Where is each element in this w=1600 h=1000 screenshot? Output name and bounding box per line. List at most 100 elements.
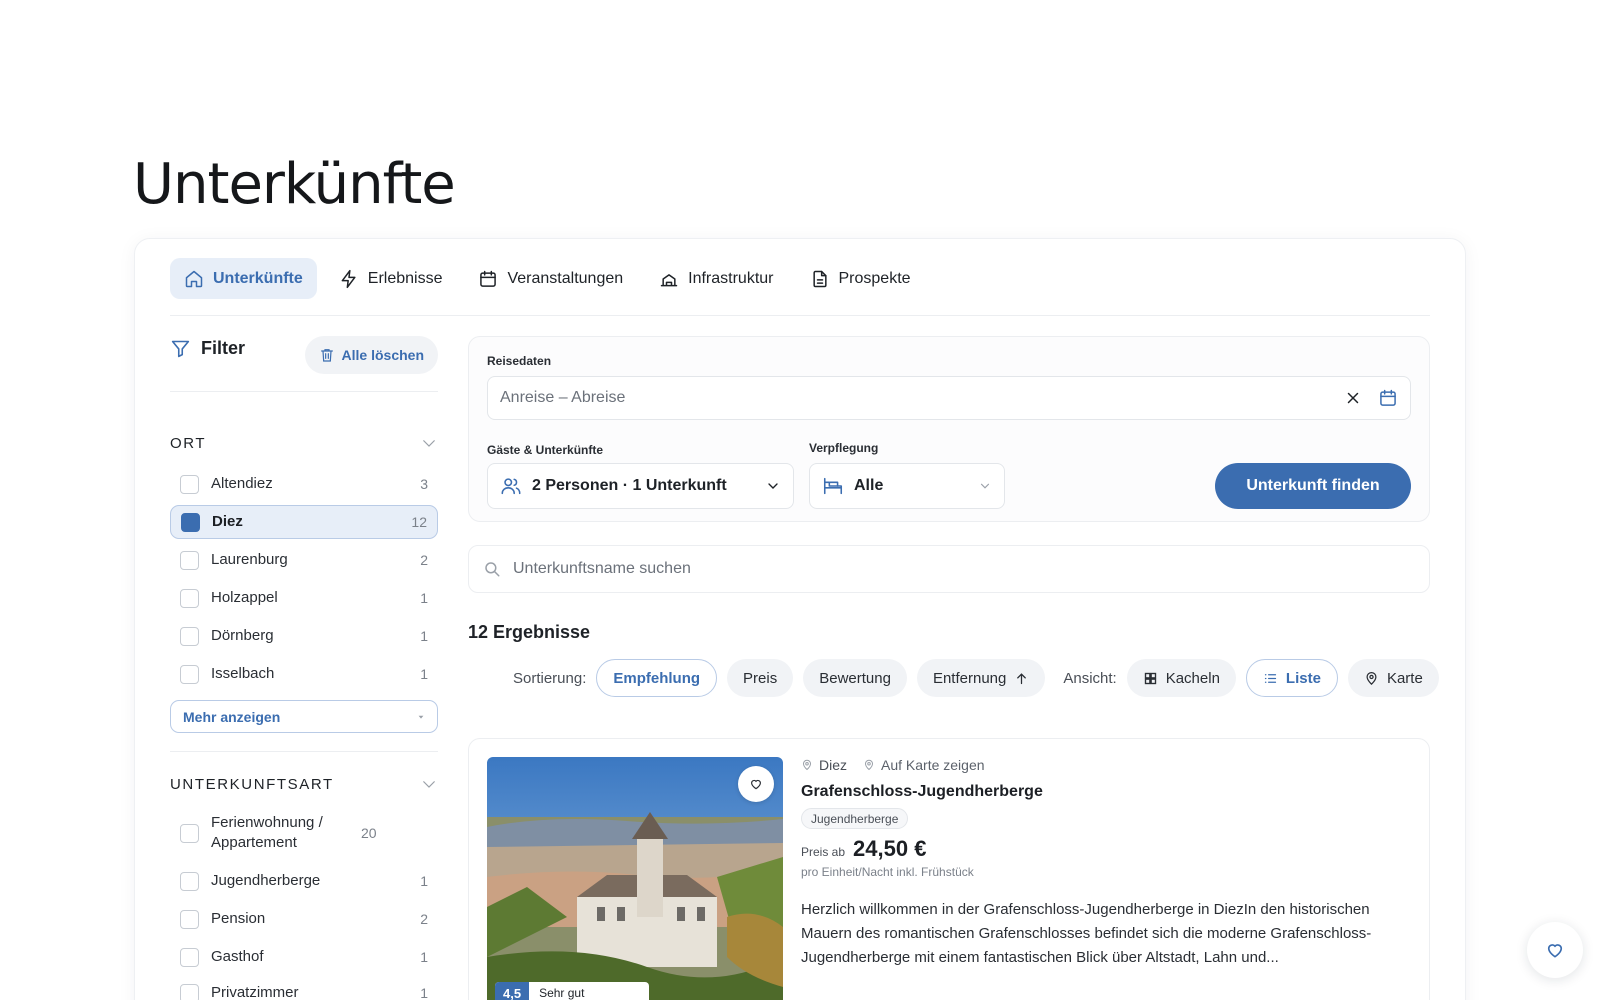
filter-option-diez[interactable]: Diez 12 [170, 505, 438, 539]
section-ort-header[interactable]: ORT [170, 431, 438, 455]
find-accommodation-button[interactable]: Unterkunft finden [1215, 463, 1411, 509]
view-map[interactable]: Karte [1347, 659, 1439, 697]
heart-icon [751, 779, 761, 790]
tab-label: Infrastruktur [688, 269, 774, 287]
option-label: Privatzimmer [211, 984, 299, 1000]
tab-prospekte[interactable]: Prospekte [796, 258, 925, 299]
price-value: 24,50 € [853, 836, 927, 861]
tab-label: Unterkünfte [213, 269, 303, 287]
tab-label: Prospekte [838, 269, 911, 287]
result-description: Herzlich willkommen in der Grafenschloss… [801, 901, 1372, 966]
funnel-icon [171, 340, 190, 358]
option-count: 1 [420, 949, 428, 965]
favorites-fab[interactable] [1527, 922, 1583, 978]
show-on-map-link[interactable]: Auf Karte zeigen [881, 757, 985, 773]
chevron-down-icon [980, 483, 990, 489]
filter-option-pension[interactable]: Pension 2 [170, 902, 438, 936]
date-range-input[interactable]: Anreise – Abreise [487, 376, 1411, 420]
option-label: Gasthof [211, 948, 264, 965]
favorite-button[interactable] [738, 766, 774, 802]
results-count: 12 Ergebnisse [468, 622, 591, 642]
name-search-input[interactable]: Unterkunftsname suchen [468, 545, 1430, 593]
result-name[interactable]: Grafenschloss-Jugendherberge [801, 783, 1043, 801]
tab-erlebnisse[interactable]: Erlebnisse [325, 258, 457, 299]
option-count: 1 [420, 590, 428, 606]
pill-label: Bewertung [819, 669, 891, 687]
location-line: Diez Auf Karte zeigen [801, 757, 985, 773]
option-count: 12 [411, 514, 427, 530]
filter-option-jugendherberge[interactable]: Jugendherberge 1 [170, 864, 438, 898]
filter-title: Filter [170, 338, 245, 359]
building-icon [660, 273, 678, 286]
section-divider [170, 751, 438, 752]
pill-label: Liste [1285, 669, 1321, 687]
tab-veranstaltungen[interactable]: Veranstaltungen [464, 258, 637, 299]
grid-icon [1144, 672, 1156, 684]
filter-option-holzappel[interactable]: Holzappel 1 [170, 581, 438, 615]
option-label: Laurenburg [211, 551, 288, 568]
rating-word: Sehr gut [539, 986, 585, 1000]
rating-score: 4,5 [495, 982, 530, 1000]
chevron-down-icon [768, 483, 778, 489]
clear-all-button[interactable]: Alle löschen [304, 336, 438, 374]
chevron-down-icon [423, 440, 435, 447]
price-from: Preis ab [801, 845, 846, 859]
checkbox[interactable] [180, 823, 199, 843]
map-pin-icon [802, 759, 812, 771]
filter-title-text: Filter [201, 338, 246, 358]
show-more-button[interactable]: Mehr anzeigen [170, 700, 438, 733]
guests-label: Gäste & Unterkünfte [487, 443, 604, 457]
guests-select[interactable]: 2 Personen · 1 Unterkunft [487, 463, 794, 509]
sort-distance[interactable]: Entfernung [916, 659, 1046, 697]
board-select[interactable]: Alle [809, 463, 1005, 509]
filter-option-altendiez[interactable]: Altendiez 3 [170, 467, 438, 501]
result-image[interactable] [487, 757, 783, 1000]
page-title: Unterkünfte [133, 152, 456, 217]
option-label: Dörnberg [211, 627, 274, 644]
board-value: Alle [854, 477, 884, 494]
checkbox[interactable] [180, 550, 199, 570]
filter-option-isselbach[interactable]: Isselbach 1 [170, 657, 438, 691]
option-count: 1 [420, 628, 428, 644]
sort-rating[interactable]: Bewertung [803, 659, 907, 697]
option-count: 2 [420, 911, 428, 927]
category-tabs: Unterkünfte Erlebnisse Veranstaltungen I… [170, 258, 1430, 316]
filter-option-ferienwohnung[interactable]: Ferienwohnung / Appartement 20 [170, 808, 438, 858]
section-unterkunftsart-header[interactable]: UNTERKUNFTSART [170, 772, 438, 796]
calendar-icon[interactable] [1378, 388, 1398, 408]
filter-option-gasthof[interactable]: Gasthof 1 [170, 940, 438, 974]
checkbox[interactable] [180, 626, 199, 646]
view-tiles[interactable]: Kacheln [1126, 659, 1236, 697]
guests-value: 2 Personen · 1 Unterkunft [532, 477, 727, 494]
checkbox[interactable] [180, 588, 199, 608]
checkbox[interactable] [180, 871, 199, 891]
tab-label: Veranstaltungen [507, 269, 624, 287]
filter-option-privatzimmer[interactable]: Privatzimmer 1 [170, 976, 438, 1000]
close-icon[interactable] [1344, 389, 1362, 407]
checkbox[interactable] [180, 664, 199, 684]
sort-price[interactable]: Preis [727, 659, 794, 697]
sort-recommendation[interactable]: Empfehlung [596, 659, 718, 697]
bed-icon [823, 477, 843, 495]
caret-down-icon [418, 715, 424, 719]
tab-unterkuenfte[interactable]: Unterkünfte [170, 258, 317, 299]
price-note: pro Einheit/Nacht inkl. Frühstück [801, 865, 974, 879]
option-label: Diez [212, 513, 243, 530]
checkbox[interactable] [180, 909, 199, 929]
checkbox[interactable] [180, 474, 199, 494]
filter-option-laurenburg[interactable]: Laurenburg 2 [170, 543, 438, 577]
checkbox[interactable] [180, 983, 199, 1000]
section-unterkunftsart-title: UNTERKUNFTSART [170, 775, 334, 793]
rating-badge: 4,5 Sehr gut [495, 982, 650, 1000]
show-more-label: Mehr anzeigen [183, 708, 281, 725]
checkbox[interactable] [180, 947, 199, 967]
filter-option-doernberg[interactable]: Dörnberg 1 [170, 619, 438, 653]
checkbox-checked[interactable] [181, 512, 200, 532]
document-icon [812, 270, 827, 287]
tab-infrastruktur[interactable]: Infrastruktur [645, 258, 787, 299]
view-list[interactable]: Liste [1245, 659, 1338, 697]
map-pin-icon [865, 759, 874, 771]
name-search-placeholder: Unterkunftsname suchen [513, 560, 691, 577]
option-count: 20 [361, 825, 377, 841]
option-label: Altendiez [211, 475, 273, 492]
